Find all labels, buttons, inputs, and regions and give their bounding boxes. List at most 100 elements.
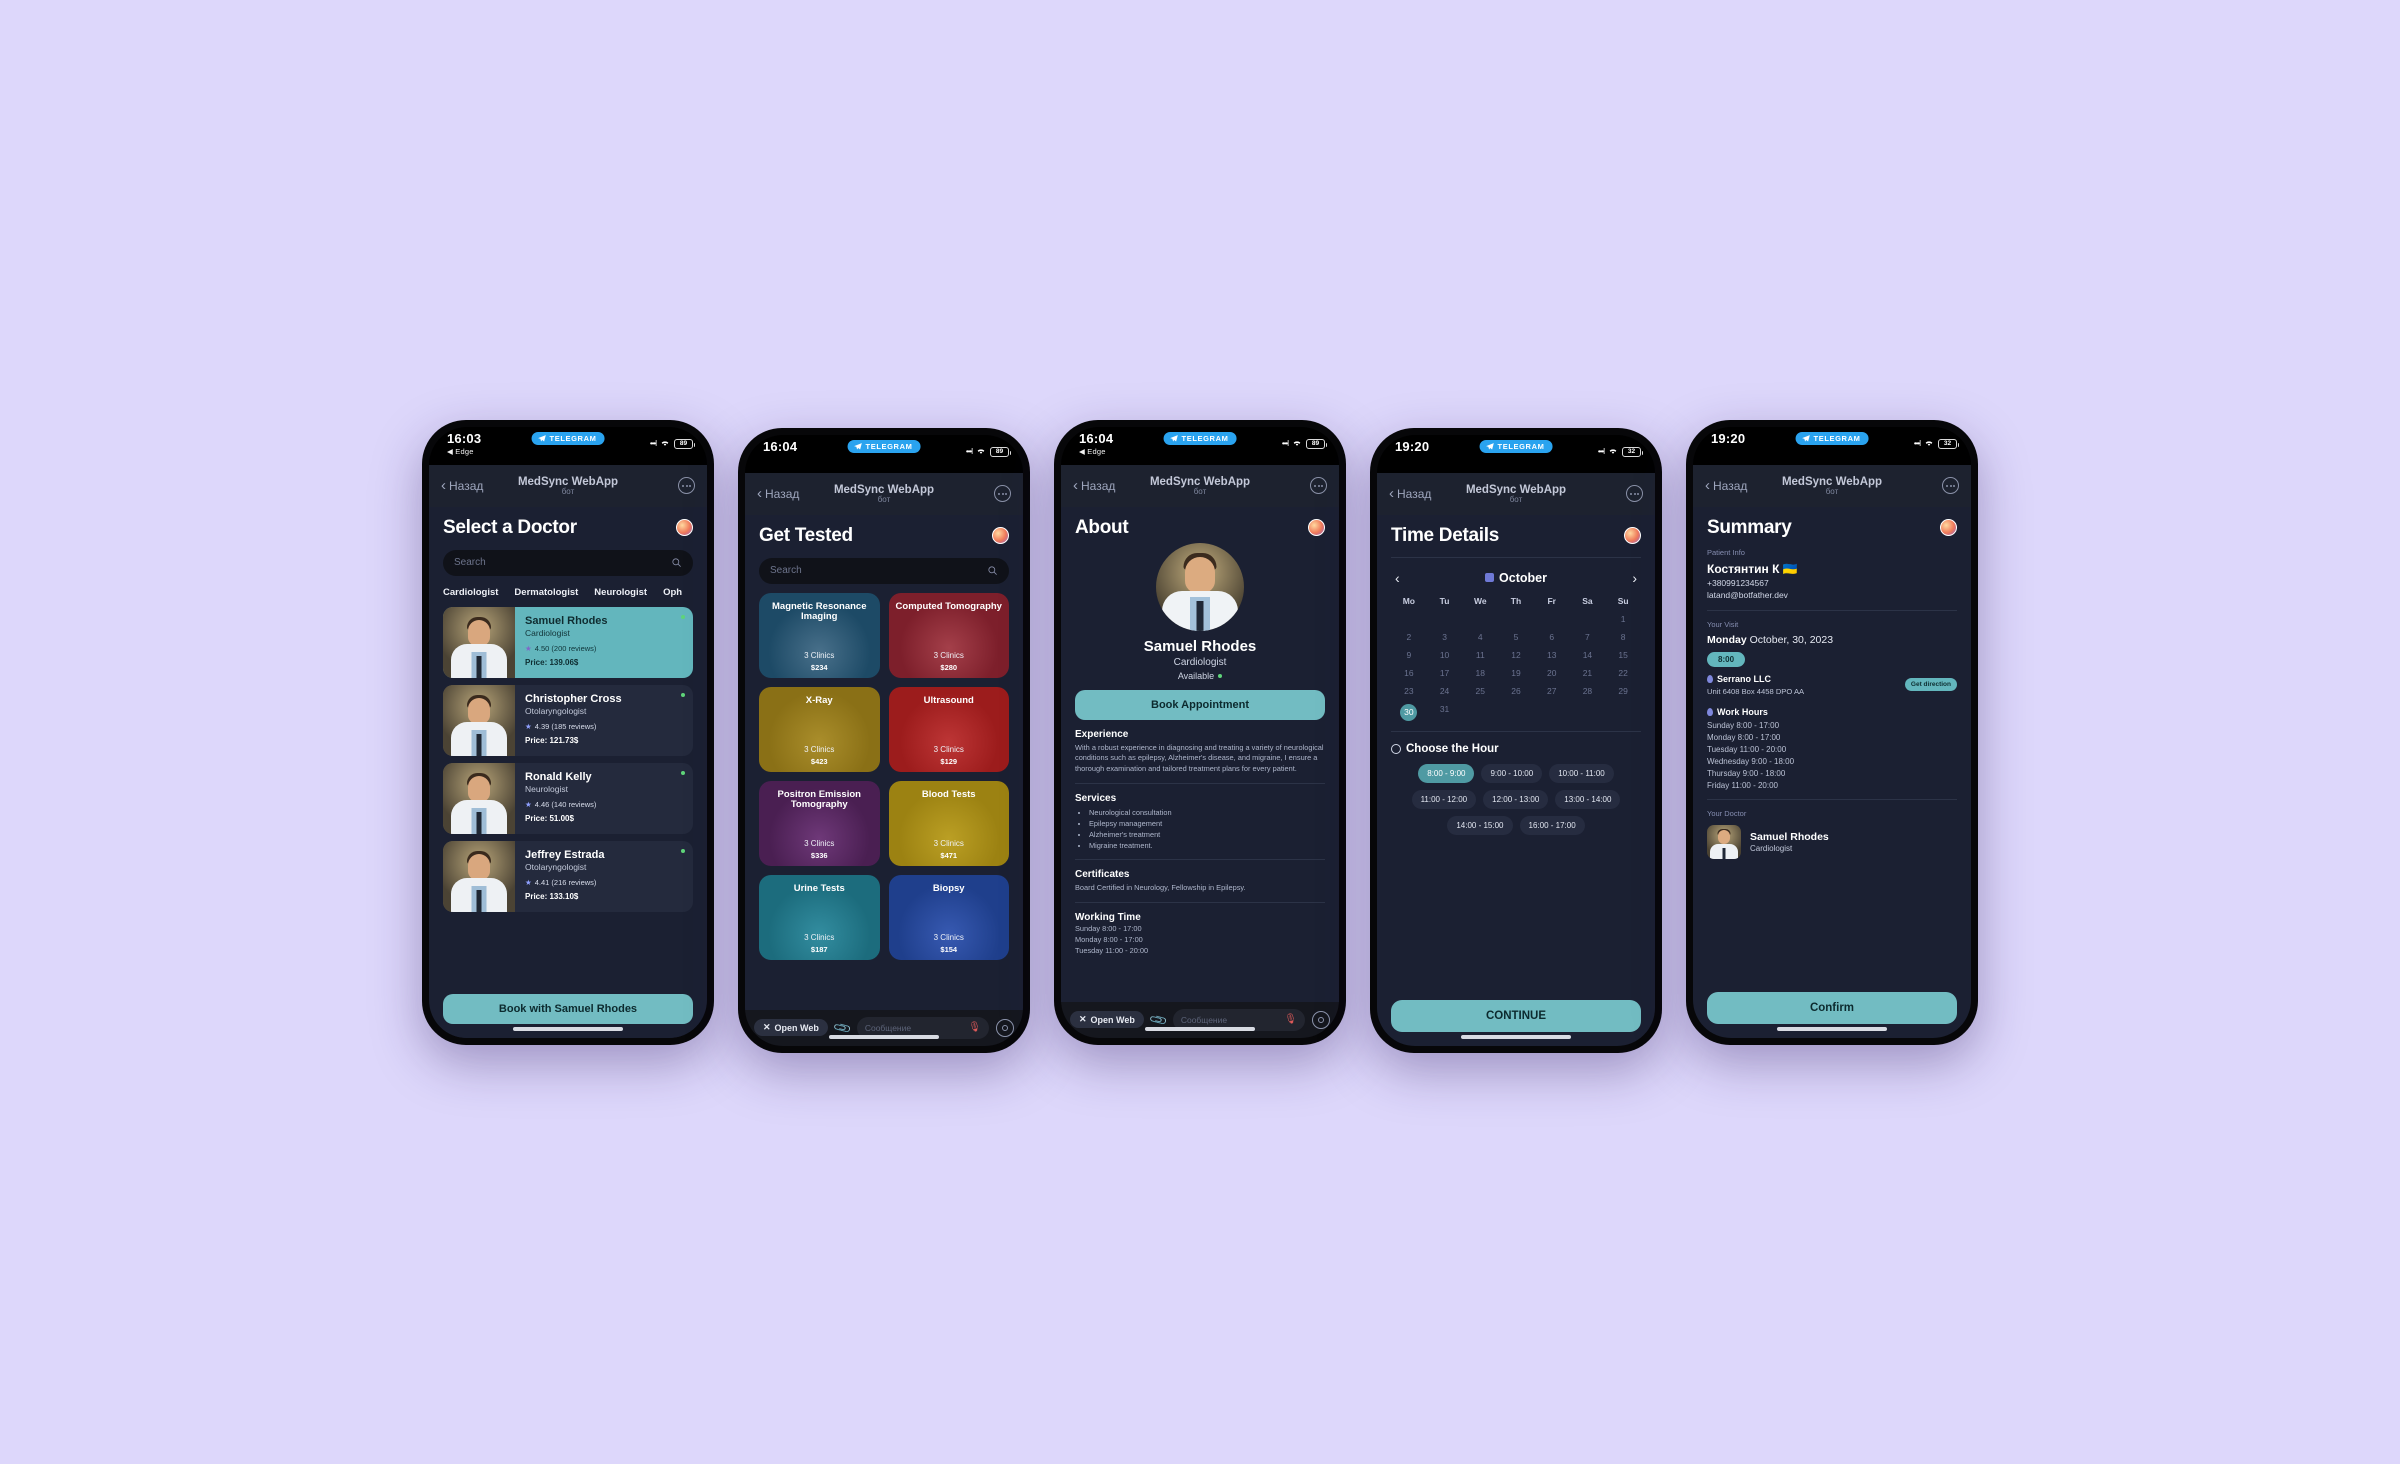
- calendar-day[interactable]: 22: [1605, 668, 1641, 678]
- calendar-day[interactable]: 7: [1570, 632, 1606, 642]
- hour-option[interactable]: 11:00 - 12:00: [1411, 789, 1477, 809]
- doctor-card[interactable]: Christopher Cross Otolaryngologist ★ 4.39…: [443, 684, 693, 756]
- test-card[interactable]: Blood Tests 3 Clinics $471: [888, 780, 1009, 866]
- confirm-button[interactable]: Confirm: [1707, 991, 1957, 1024]
- calendar-day[interactable]: 4: [1462, 632, 1498, 642]
- calendar-day[interactable]: 27: [1534, 686, 1570, 696]
- calendar-day[interactable]: 8: [1605, 632, 1641, 642]
- test-price: $129: [940, 756, 958, 766]
- camera-icon[interactable]: [996, 1018, 1014, 1037]
- calendar-day[interactable]: 13: [1534, 650, 1570, 660]
- next-month-button[interactable]: ›: [1632, 570, 1637, 586]
- hour-option[interactable]: 8:00 - 9:00: [1418, 763, 1475, 783]
- hour-option[interactable]: 10:00 - 11:00: [1549, 763, 1614, 783]
- chip-ophthalmologist[interactable]: Oph: [663, 587, 682, 598]
- calendar-day[interactable]: 2: [1391, 632, 1427, 642]
- calendar-day[interactable]: 30: [1400, 703, 1418, 721]
- hour-option[interactable]: 14:00 - 15:00: [1447, 815, 1513, 835]
- cellular-icon: •••l: [1597, 447, 1605, 456]
- hour-option[interactable]: 13:00 - 14:00: [1555, 789, 1621, 809]
- calendar-day[interactable]: 3: [1427, 632, 1463, 642]
- certificates-section: Certificates Board Certified in Neurolog…: [1075, 869, 1325, 894]
- chip-neurologist[interactable]: Neurologist: [594, 587, 647, 598]
- doctor-summary-card[interactable]: Samuel Rhodes Cardiologist: [1707, 824, 1957, 859]
- test-card[interactable]: Computed Tomography 3 Clinics $280: [888, 592, 1009, 678]
- nav-back-button[interactable]: ‹ Назад: [441, 478, 483, 493]
- visit-label: Your Visit: [1707, 619, 1739, 629]
- doctor-card[interactable]: Jeffrey Estrada Otolaryngologist ★ 4.41 (…: [443, 840, 693, 912]
- test-card[interactable]: Ultrasound 3 Clinics $129: [888, 686, 1009, 772]
- test-card[interactable]: Magnetic Resonance Imaging 3 Clinics $23…: [759, 592, 880, 678]
- doctor-card[interactable]: Samuel Rhodes Cardiologist ★ 4.50 (200 re…: [443, 606, 693, 678]
- calendar-day[interactable]: 25: [1462, 686, 1498, 696]
- nav-title: MedSync WebApp бот: [1781, 475, 1883, 496]
- calendar-day[interactable]: 24: [1427, 686, 1463, 696]
- calendar-day[interactable]: 18: [1462, 668, 1498, 678]
- nav-back-button[interactable]: ‹ Назад: [1389, 486, 1431, 501]
- calendar-day[interactable]: 12: [1498, 650, 1534, 660]
- nav-back-button[interactable]: ‹ Назад: [757, 486, 799, 501]
- avatar[interactable]: [676, 519, 693, 536]
- avatar[interactable]: [1624, 527, 1641, 544]
- work-hours-row: Monday 8:00 - 17:00: [1707, 732, 1781, 742]
- calendar-day[interactable]: 10: [1427, 650, 1463, 660]
- search-input[interactable]: Search: [443, 549, 693, 576]
- avatar[interactable]: [1308, 519, 1325, 536]
- test-name: Urine Tests: [793, 882, 845, 894]
- chip-dermatologist[interactable]: Dermatologist: [514, 587, 578, 598]
- test-card[interactable]: Urine Tests 3 Clinics $187: [759, 874, 880, 960]
- calendar-day[interactable]: 31: [1427, 704, 1463, 721]
- more-options-icon[interactable]: [678, 477, 695, 494]
- continue-button[interactable]: CONTINUE: [1391, 999, 1641, 1032]
- calendar-day[interactable]: 1: [1605, 614, 1641, 624]
- calendar-day[interactable]: 5: [1498, 632, 1534, 642]
- page-title: Select a Doctor: [443, 516, 577, 538]
- open-web-button[interactable]: ✕ Open Web: [754, 1019, 828, 1036]
- calendar-day[interactable]: 29: [1605, 686, 1641, 696]
- hour-option[interactable]: 12:00 - 13:00: [1483, 789, 1549, 809]
- calendar-day[interactable]: 14: [1570, 650, 1606, 660]
- calendar-day[interactable]: 17: [1427, 668, 1463, 678]
- prev-month-button[interactable]: ‹: [1395, 570, 1400, 586]
- nav-back-button[interactable]: ‹ Назад: [1705, 478, 1747, 493]
- nav-back-button[interactable]: ‹ Назад: [1073, 478, 1115, 493]
- more-options-icon[interactable]: [1310, 477, 1327, 494]
- calendar-day[interactable]: 28: [1570, 686, 1606, 696]
- calendar-day[interactable]: 19: [1498, 668, 1534, 678]
- microphone-icon[interactable]: 🎙: [968, 1022, 981, 1033]
- more-options-icon[interactable]: [1942, 477, 1959, 494]
- chip-cardiologist[interactable]: Cardiologist: [443, 587, 498, 598]
- avatar[interactable]: [1940, 519, 1957, 536]
- book-appointment-button[interactable]: Book Appointment: [1075, 689, 1325, 720]
- more-options-icon[interactable]: [994, 485, 1011, 502]
- hour-option[interactable]: 16:00 - 17:00: [1519, 815, 1585, 835]
- calendar-day[interactable]: 6: [1534, 632, 1570, 642]
- calendar-day[interactable]: 16: [1391, 668, 1427, 678]
- microphone-icon[interactable]: 🎙: [1284, 1014, 1297, 1025]
- open-web-button[interactable]: ✕ Open Web: [1070, 1011, 1144, 1028]
- calendar-day[interactable]: 9: [1391, 650, 1427, 660]
- calendar-day[interactable]: 26: [1498, 686, 1534, 696]
- test-card[interactable]: X-Ray 3 Clinics $423: [759, 686, 880, 772]
- doctor-name: Ronald Kelly: [525, 770, 592, 783]
- patient-email: latand@botfather.dev: [1707, 589, 1788, 600]
- telegram-nav-bar: ‹ Назад MedSync WebApp бот: [1693, 464, 1971, 507]
- calendar-day[interactable]: 11: [1462, 650, 1498, 660]
- doctor-card[interactable]: Ronald Kelly Neurologist ★ 4.46 (140 revi…: [443, 762, 693, 834]
- calendar-day[interactable]: 23: [1391, 686, 1427, 696]
- calendar-day[interactable]: 20: [1534, 668, 1570, 678]
- battery-icon: 89: [1306, 438, 1327, 449]
- book-with-doctor-button[interactable]: Book with Samuel Rhodes: [443, 993, 693, 1024]
- calendar-day[interactable]: 15: [1605, 650, 1641, 660]
- specialty-chip-row[interactable]: Cardiologist Dermatologist Neurologist O…: [443, 587, 693, 598]
- more-options-icon[interactable]: [1626, 485, 1643, 502]
- calendar-day[interactable]: 21: [1570, 668, 1606, 678]
- search-input[interactable]: Search: [759, 557, 1009, 584]
- camera-icon[interactable]: [1312, 1010, 1330, 1029]
- get-direction-button[interactable]: Get direction: [1904, 677, 1957, 691]
- avatar[interactable]: [992, 527, 1009, 544]
- test-card[interactable]: Biopsy 3 Clinics $154: [888, 874, 1009, 960]
- hour-option[interactable]: 9:00 - 10:00: [1481, 763, 1543, 783]
- wifi-icon: [1924, 435, 1934, 453]
- test-card[interactable]: Positron Emission Tomography 3 Clinics $…: [759, 780, 880, 866]
